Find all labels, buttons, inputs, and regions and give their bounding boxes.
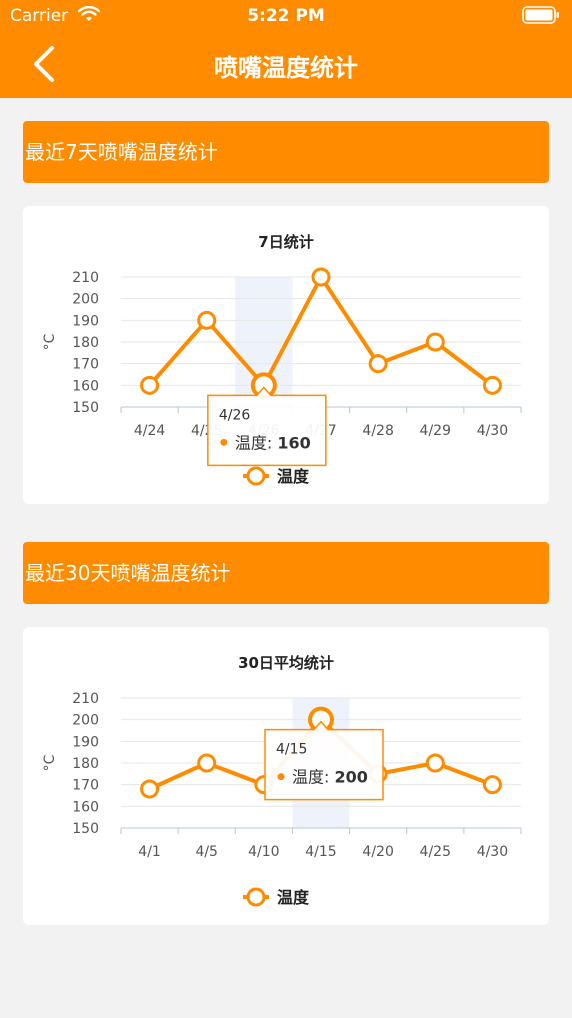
data-point xyxy=(311,267,331,287)
data-point xyxy=(425,753,445,773)
tooltip-dot xyxy=(277,773,285,781)
nav-header: Carrier 5:22 PM 喷嘴温度统计 xyxy=(0,0,572,98)
y-tick-label: 200 xyxy=(72,713,99,729)
x-tick-label: 4/30 xyxy=(477,844,508,860)
data-point xyxy=(140,779,160,799)
tooltip-dot xyxy=(220,438,228,446)
data-point xyxy=(197,753,217,773)
x-tick-label: 4/25 xyxy=(420,844,451,860)
chart-7days: 7日统计1501601701801902002104/244/254/264/2… xyxy=(42,233,522,486)
x-tick-label: 4/15 xyxy=(305,844,336,860)
series-line xyxy=(147,275,495,388)
section-banner-7days: 最近7天喷嘴温度统计 xyxy=(23,121,549,183)
x-tick-label: 4/28 xyxy=(362,423,393,439)
tooltip-box xyxy=(207,386,327,467)
y-tick-label: 190 xyxy=(72,734,99,750)
tooltip-text: 温度: 160 xyxy=(235,433,311,452)
data-point xyxy=(425,332,445,352)
tooltip: 4/26 温度: 160 xyxy=(207,386,327,467)
y-tick-label: 150 xyxy=(72,400,99,416)
y-axis-label: °C xyxy=(42,754,58,771)
chart-title: 7日统计 xyxy=(258,233,313,251)
x-tick-label: 4/24 xyxy=(134,423,166,439)
x-tick-label: 4/29 xyxy=(420,423,451,439)
y-tick-label: 210 xyxy=(72,691,99,707)
y-tick-label: 210 xyxy=(72,270,99,286)
tooltip-date: 4/15 xyxy=(276,742,307,758)
y-tick-label: 160 xyxy=(72,378,99,394)
data-point xyxy=(197,310,217,330)
y-tick-label: 170 xyxy=(72,778,99,794)
legend-marker xyxy=(246,466,266,486)
tooltip: 4/15 温度: 200 xyxy=(264,720,384,801)
legend-marker xyxy=(246,887,266,907)
legend-label: 温度 xyxy=(276,888,310,907)
chart-title: 30日平均统计 xyxy=(238,654,334,672)
tooltip-value: 200 xyxy=(334,768,367,787)
y-tick-label: 170 xyxy=(72,357,99,373)
legend-label: 温度 xyxy=(276,467,310,486)
x-tick-label: 4/20 xyxy=(362,844,393,860)
section-banner-30days: 最近30天喷嘴温度统计 xyxy=(23,542,549,604)
tooltip-value: 160 xyxy=(277,433,310,452)
x-tick-label: 4/1 xyxy=(138,844,161,860)
x-tick-label: 4/30 xyxy=(477,423,508,439)
tooltip-series-label: 温度: xyxy=(235,433,277,452)
page-title: 喷嘴温度统计 xyxy=(214,54,358,82)
y-tick-label: 190 xyxy=(72,313,99,329)
tooltip-box xyxy=(264,720,384,801)
tooltip-date: 4/26 xyxy=(219,407,251,423)
y-tick-label: 200 xyxy=(72,292,99,308)
y-tick-label: 150 xyxy=(72,821,99,837)
data-point xyxy=(368,354,388,374)
data-point xyxy=(482,375,502,395)
x-tick-label: 4/10 xyxy=(248,844,279,860)
y-axis-label: °C xyxy=(42,333,58,350)
y-tick-label: 180 xyxy=(72,335,99,351)
chart-card-7days: 7日统计1501601701801902002104/244/254/264/2… xyxy=(23,206,549,504)
chart-30days: 30日平均统计 150 160 170 180 190 200 210 4/1 4/5 4/10 4/… xyxy=(42,654,522,907)
battery-icon xyxy=(522,6,559,24)
status-time: 5:22 PM xyxy=(247,6,325,26)
x-tick-label: 4/5 xyxy=(195,844,218,860)
tooltip-series-label: 温度: xyxy=(292,768,334,787)
y-tick-label: 160 xyxy=(72,799,99,815)
chart-card-30days: 30日平均统计 150 160 170 180 190 200 210 4/1 4/5 4/10 4/… xyxy=(23,627,549,925)
tooltip-text: 温度: 200 xyxy=(292,768,368,787)
y-tick-label: 180 xyxy=(72,756,99,772)
data-point xyxy=(140,375,160,395)
data-point xyxy=(482,775,502,795)
